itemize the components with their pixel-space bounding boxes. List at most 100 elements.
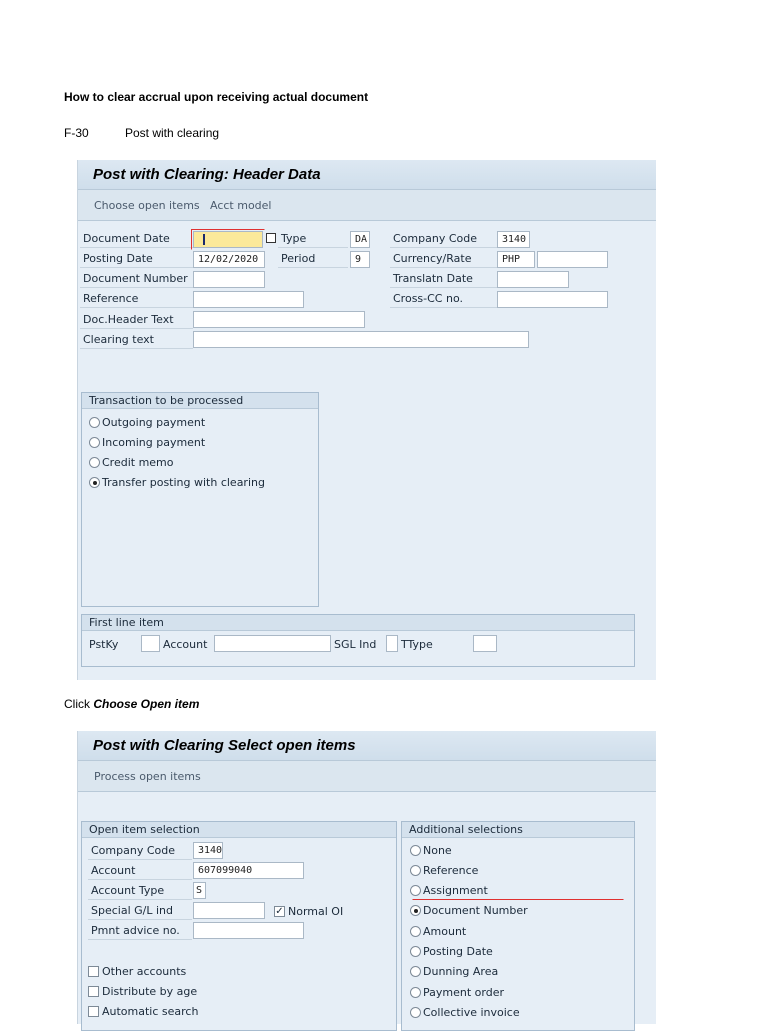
pmnt-advice-label: Pmnt advice no. — [88, 923, 192, 940]
radio-amount[interactable]: Amount — [410, 924, 466, 938]
currency-input[interactable]: PHP — [497, 251, 535, 268]
option-label: Automatic search — [102, 1004, 199, 1018]
instruction-prefix: Click — [64, 697, 94, 711]
cross-cc-input[interactable] — [497, 291, 608, 308]
pmnt-advice-input[interactable] — [193, 922, 304, 939]
option-label: Distribute by age — [102, 984, 198, 998]
radio-icon — [410, 946, 421, 957]
account-label: Account — [163, 637, 208, 651]
document-number-input[interactable] — [193, 271, 265, 288]
clearing-text-input[interactable] — [193, 331, 529, 348]
translatn-date-label: Translatn Date — [390, 271, 497, 288]
account-input[interactable] — [214, 635, 331, 652]
copy-icon[interactable] — [266, 233, 276, 243]
option-label: Dunning Area — [423, 965, 499, 979]
radio-collective-invoice[interactable]: Collective invoice — [410, 1005, 520, 1019]
company-code-input[interactable]: 3140 — [193, 842, 223, 859]
tcode: F-30 — [64, 126, 89, 140]
cross-cc-label: Cross-CC no. — [390, 291, 497, 308]
radio-outgoing-payment[interactable]: Outgoing payment — [89, 415, 205, 429]
pstky-input[interactable] — [141, 635, 160, 652]
radio-icon — [410, 885, 421, 897]
first-line-item-title: First line item — [82, 615, 634, 631]
radio-selected-icon — [89, 476, 100, 488]
focus-marker — [191, 229, 265, 250]
radio-icon — [410, 925, 421, 937]
radio-reference[interactable]: Reference — [410, 863, 478, 877]
ttype-input[interactable] — [473, 635, 497, 652]
checkbox-icon — [88, 965, 99, 977]
radio-assignment[interactable]: Assignment — [410, 884, 488, 898]
radio-payment-order[interactable]: Payment order — [410, 985, 504, 999]
doc-header-text-label: Doc.Header Text — [80, 312, 193, 329]
choose-open-items-button[interactable]: Choose open items — [94, 199, 200, 212]
screen-title: Post with Clearing Select open items — [93, 737, 356, 754]
radio-icon — [410, 1006, 421, 1018]
radio-credit-memo[interactable]: Credit memo — [89, 455, 174, 469]
account-type-label: Account Type — [88, 883, 192, 900]
checkmark-icon: ✓ — [274, 905, 285, 917]
screen-title: Post with Clearing: Header Data — [93, 166, 321, 183]
transaction-group: Transaction to be processed Outgoing pay… — [81, 392, 319, 607]
translatn-date-input[interactable] — [497, 271, 569, 288]
sgl-ind-input[interactable] — [386, 635, 398, 652]
radio-icon — [410, 864, 421, 876]
title-bar: Post with Clearing: Header Data — [78, 160, 656, 190]
title-bar: Post with Clearing Select open items — [78, 731, 656, 761]
reference-label: Reference — [80, 291, 193, 308]
transaction-group-title: Transaction to be processed — [82, 393, 318, 409]
option-label: Collective invoice — [423, 1005, 520, 1019]
company-code-label: Company Code — [88, 843, 192, 860]
radio-transfer-posting-with-clearing[interactable]: Transfer posting with clearing — [89, 475, 265, 489]
radio-incoming-payment[interactable]: Incoming payment — [89, 435, 205, 449]
account-type-input[interactable]: S — [193, 882, 206, 899]
radio-icon — [410, 986, 421, 998]
checkbox-other-accounts[interactable]: Other accounts — [88, 964, 186, 978]
radio-none[interactable]: None — [410, 843, 452, 857]
option-label: None — [423, 843, 452, 857]
normal-oi-label: Normal OI — [288, 904, 344, 918]
period-input[interactable]: 9 — [350, 251, 370, 268]
checkbox-icon — [88, 1005, 99, 1017]
radio-icon — [89, 416, 100, 428]
reference-input[interactable] — [193, 291, 304, 308]
company-code-input[interactable]: 3140 — [497, 231, 530, 248]
option-label: Reference — [423, 863, 479, 877]
application-toolbar: Choose open items Acct model — [78, 190, 656, 221]
radio-icon — [410, 844, 421, 856]
document-date-label: Document Date — [80, 231, 193, 248]
special-gl-input[interactable] — [193, 902, 265, 919]
pstky-label: PstKy — [89, 637, 119, 651]
option-label: Incoming payment — [102, 435, 206, 449]
document-number-label: Document Number — [80, 271, 193, 288]
radio-icon — [89, 436, 100, 448]
normal-oi-checkbox[interactable]: ✓ Normal OI — [274, 904, 343, 918]
posting-date-input[interactable]: 12/02/2020 — [193, 251, 265, 268]
checkbox-distribute-by-age[interactable]: Distribute by age — [88, 984, 197, 998]
doc-heading: How to clear accrual upon receiving actu… — [64, 90, 369, 104]
process-open-items-button[interactable]: Process open items — [94, 770, 201, 783]
additional-selections-group: Additional selections None Reference Assig… — [401, 821, 635, 1031]
doc-header-text-input[interactable] — [193, 311, 365, 328]
sgl-ind-label: SGL Ind — [334, 637, 377, 651]
clearing-text-label: Clearing text — [80, 332, 193, 349]
rate-input[interactable] — [537, 251, 608, 268]
checkbox-automatic-search[interactable]: Automatic search — [88, 1004, 198, 1018]
header-data-screen: Post with Clearing: Header Data Choose o… — [77, 160, 656, 680]
additional-selections-title: Additional selections — [402, 822, 634, 838]
radio-posting-date[interactable]: Posting Date — [410, 945, 493, 959]
option-label: Other accounts — [102, 964, 187, 978]
acct-model-button[interactable]: Acct model — [210, 199, 272, 212]
account-label: Account — [88, 863, 192, 880]
option-label: Posting Date — [423, 945, 493, 958]
option-label: Assignment — [423, 884, 488, 898]
option-label: Credit memo — [102, 455, 174, 469]
instruction: Click Choose Open item — [64, 697, 199, 711]
application-toolbar: Process open items — [78, 761, 656, 792]
option-label: Amount — [423, 924, 467, 938]
radio-dunning-area[interactable]: Dunning Area — [410, 965, 498, 979]
type-label: Type — [278, 231, 348, 248]
type-input[interactable]: DA — [350, 231, 370, 248]
focus-marker — [412, 899, 624, 921]
account-input[interactable]: 607099040 — [193, 862, 304, 879]
